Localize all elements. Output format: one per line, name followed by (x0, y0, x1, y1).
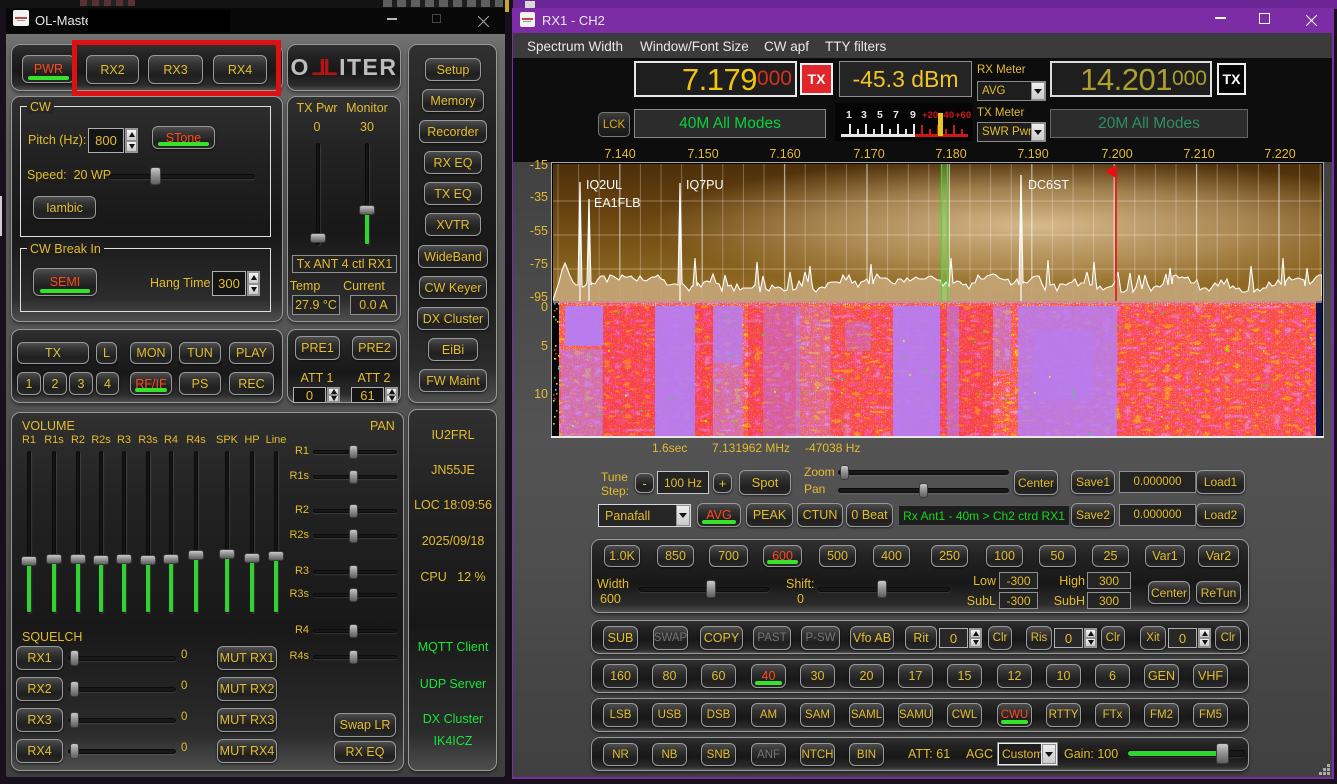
svg-text:IQ2UL: IQ2UL (586, 178, 622, 192)
svg-text:DC6ST: DC6ST (1028, 178, 1069, 192)
svg-text:EA1FLB: EA1FLB (594, 196, 641, 210)
svg-text:IQ7PU: IQ7PU (686, 178, 724, 192)
